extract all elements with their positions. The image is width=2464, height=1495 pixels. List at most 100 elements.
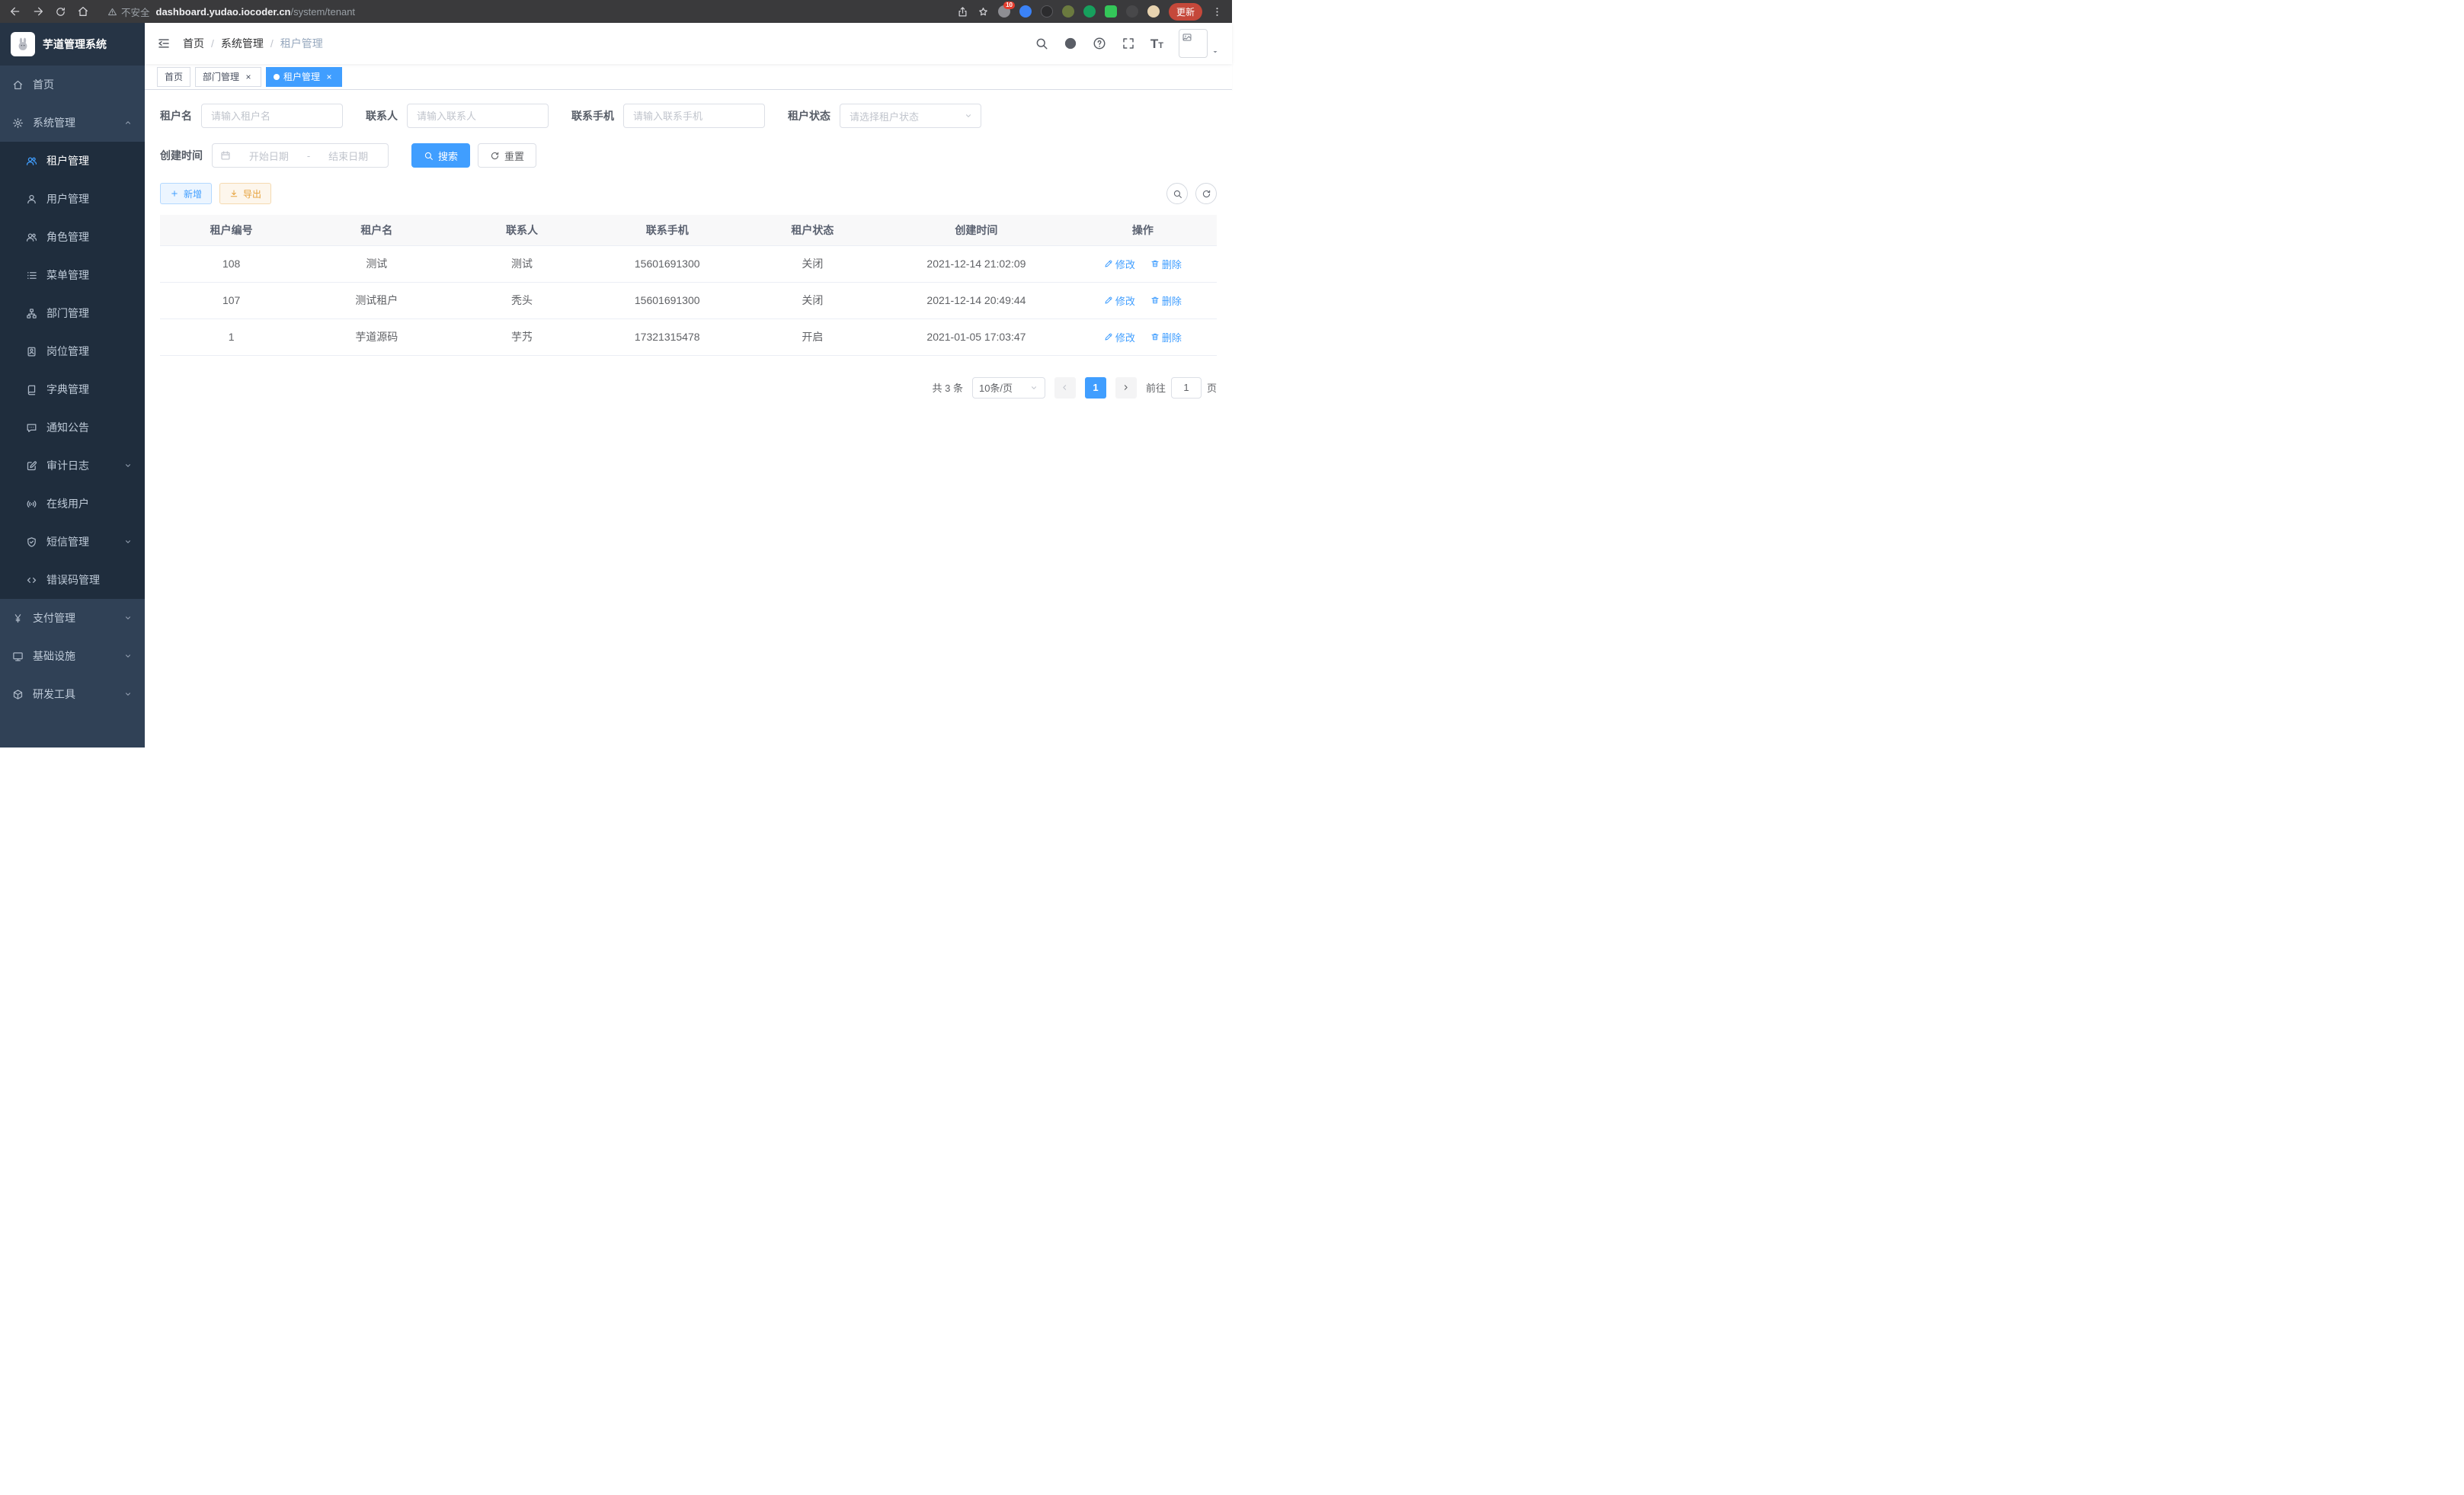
- reset-button[interactable]: 重置: [478, 143, 536, 168]
- date-start-placeholder: 开始日期: [237, 149, 301, 163]
- export-button[interactable]: 导出: [219, 183, 271, 204]
- user-avatar[interactable]: [1179, 29, 1220, 58]
- page-number-1[interactable]: 1: [1085, 377, 1106, 399]
- extension-icon[interactable]: [1083, 5, 1096, 18]
- help-question-icon[interactable]: [1093, 37, 1106, 50]
- chevron-right-icon: [1121, 383, 1131, 392]
- sidebar-group-devtools[interactable]: 研发工具: [0, 675, 145, 713]
- extension-icon[interactable]: [1041, 5, 1053, 18]
- browser-chrome: 不安全 dashboard.yudao.iocoder.cn/system/te…: [0, 0, 1232, 23]
- browser-home-icon[interactable]: [77, 5, 89, 18]
- close-icon[interactable]: ×: [324, 72, 334, 82]
- show-search-button[interactable]: [1166, 183, 1188, 204]
- tenant-name-input[interactable]: [201, 104, 343, 128]
- menu-label: 首页: [33, 77, 54, 92]
- goto-label: 前往: [1146, 380, 1166, 395]
- page-size-select[interactable]: 10条/页: [972, 377, 1045, 399]
- menu-label: 用户管理: [46, 191, 89, 206]
- trash-icon: [1150, 296, 1160, 305]
- browser-reload-icon[interactable]: [55, 6, 66, 18]
- app-logo[interactable]: 芋道管理系统: [0, 23, 145, 66]
- extension-icon[interactable]: [1105, 5, 1117, 18]
- browser-update-button[interactable]: 更新: [1169, 3, 1202, 21]
- sidebar-item-home[interactable]: 首页: [0, 66, 145, 104]
- bookmark-star-icon[interactable]: [978, 6, 989, 18]
- next-page-button[interactable]: [1115, 377, 1137, 399]
- breadcrumb: 首页 / 系统管理 / 租户管理: [183, 36, 323, 51]
- refresh-icon: [490, 151, 500, 161]
- extension-icon[interactable]: [1019, 5, 1032, 18]
- tab-department[interactable]: 部门管理 ×: [195, 67, 261, 87]
- breadcrumb-system[interactable]: 系统管理: [221, 36, 264, 51]
- filter-row-1: 租户名 联系人 联系手机 租户状态 请选择租户状态: [160, 104, 1217, 128]
- sidebar-group-audit-log[interactable]: 审计日志: [0, 447, 145, 485]
- table-row: 108 测试 测试 15601691300 关闭 2021-12-14 21:0…: [160, 245, 1217, 282]
- search-icon[interactable]: [1035, 37, 1048, 50]
- cell-tenant-name: 测试: [302, 245, 450, 282]
- date-range-picker[interactable]: 开始日期 - 结束日期: [212, 143, 389, 168]
- browser-back-icon[interactable]: [9, 5, 21, 18]
- delete-label: 删除: [1162, 330, 1182, 344]
- share-icon[interactable]: [957, 6, 968, 18]
- sidebar-item-tenant[interactable]: 租户管理: [0, 142, 145, 180]
- prev-page-button[interactable]: [1054, 377, 1076, 399]
- sidebar-item-error-codes[interactable]: 错误码管理: [0, 561, 145, 599]
- sidebar-item-departments[interactable]: 部门管理: [0, 294, 145, 332]
- search-button[interactable]: 搜索: [411, 143, 470, 168]
- refresh-table-button[interactable]: [1195, 183, 1217, 204]
- extension-icon[interactable]: [1126, 5, 1138, 18]
- address-bar[interactable]: 不安全 dashboard.yudao.iocoder.cn/system/te…: [107, 5, 946, 19]
- delete-link[interactable]: 删除: [1150, 293, 1182, 308]
- tab-tenant[interactable]: 租户管理 ×: [266, 67, 342, 87]
- table-row: 1 芋道源码 芋艿 17321315478 开启 2021-01-05 17:0…: [160, 319, 1217, 355]
- extension-icon[interactable]: [1147, 5, 1160, 18]
- status-select[interactable]: 请选择租户状态: [840, 104, 981, 128]
- cell-actions: 修改 删除: [1069, 319, 1217, 355]
- sidebar-group-system[interactable]: 系统管理: [0, 104, 145, 142]
- browser-menu-icon[interactable]: [1211, 6, 1223, 18]
- sidebar-item-online-users[interactable]: 在线用户: [0, 485, 145, 523]
- add-button[interactable]: 新增: [160, 183, 212, 204]
- sidebar-item-menus[interactable]: 菜单管理: [0, 256, 145, 294]
- gear-icon: [12, 117, 24, 129]
- status-label: 租户状态: [788, 108, 830, 123]
- sidebar-item-posts[interactable]: 岗位管理: [0, 332, 145, 370]
- security-warning[interactable]: 不安全: [107, 5, 150, 19]
- sidebar-group-infra[interactable]: 基础设施: [0, 637, 145, 675]
- cell-tenant-id: 1: [160, 319, 302, 355]
- cell-contact: 秃头: [450, 282, 593, 319]
- tab-home[interactable]: 首页: [157, 67, 190, 87]
- sidebar-item-users[interactable]: 用户管理: [0, 180, 145, 218]
- sidebar-item-notice[interactable]: 通知公告: [0, 408, 145, 447]
- sidebar: 芋道管理系统 首页 系统管理 租户管理 用户管理: [0, 23, 145, 748]
- edit-link[interactable]: 修改: [1104, 330, 1135, 344]
- contact-input[interactable]: [407, 104, 549, 128]
- edit-link[interactable]: 修改: [1104, 293, 1135, 308]
- browser-forward-icon[interactable]: [32, 5, 44, 18]
- github-icon[interactable]: [1064, 37, 1077, 50]
- edit-link[interactable]: 修改: [1104, 257, 1135, 271]
- font-size-icon[interactable]: TT: [1150, 37, 1163, 50]
- sidebar-group-payment[interactable]: 支付管理: [0, 599, 145, 637]
- sidebar-fold-icon[interactable]: [157, 37, 171, 50]
- menu-label: 部门管理: [46, 306, 89, 321]
- sidebar-item-roles[interactable]: 角色管理: [0, 218, 145, 256]
- mobile-input[interactable]: [623, 104, 765, 128]
- warning-icon: [107, 7, 117, 17]
- fullscreen-icon[interactable]: [1122, 37, 1135, 50]
- sidebar-item-dict[interactable]: 字典管理: [0, 370, 145, 408]
- breadcrumb-home[interactable]: 首页: [183, 36, 204, 51]
- shield-icon: [26, 536, 37, 548]
- page-content: 租户名 联系人 联系手机 租户状态 请选择租户状态: [145, 90, 1232, 748]
- sidebar-group-sms[interactable]: 短信管理: [0, 523, 145, 561]
- delete-link[interactable]: 删除: [1150, 330, 1182, 344]
- extension-icon[interactable]: [1062, 5, 1074, 18]
- extension-puzzle-icon[interactable]: 10: [998, 5, 1010, 18]
- goto-page-input[interactable]: [1171, 377, 1202, 399]
- delete-link[interactable]: 删除: [1150, 257, 1182, 271]
- trash-icon: [1150, 259, 1160, 268]
- export-button-label: 导出: [243, 187, 261, 200]
- edit-note-icon: [26, 460, 37, 472]
- close-icon[interactable]: ×: [243, 72, 254, 82]
- top-navbar: 首页 / 系统管理 / 租户管理 TT: [145, 23, 1232, 64]
